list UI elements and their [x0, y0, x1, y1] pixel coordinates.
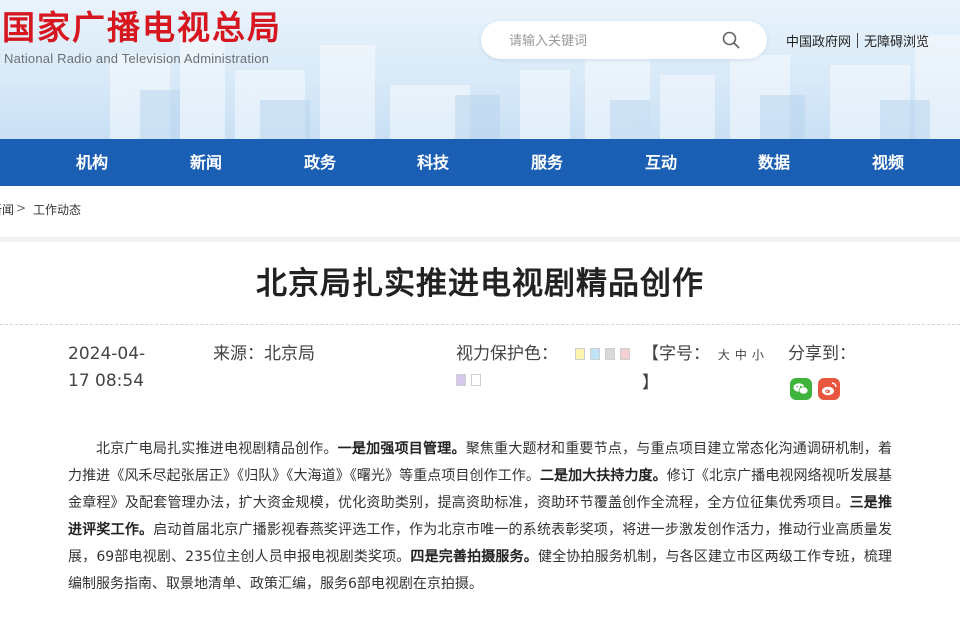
body-text: 北京广电局扎实推进电视剧精品创作。 [96, 441, 338, 457]
article-paragraph: 北京广电局扎实推进电视剧精品创作。一是加强项目管理。聚焦重大题材和重要节点，与重… [68, 436, 892, 598]
search-box [481, 21, 767, 59]
font-size-large[interactable]: 大 [718, 348, 730, 362]
wechat-icon[interactable] [790, 378, 812, 400]
swatch-pink[interactable] [620, 348, 630, 360]
nav-item-data[interactable]: 数据 [734, 139, 814, 186]
swatch-gray[interactable] [605, 348, 615, 360]
breadcrumb-current[interactable]: 工作动态 [33, 201, 81, 218]
body-heading-2: 二是加大扶持力度。 [539, 468, 667, 484]
top-links: 中国政府网 无障碍浏览 [786, 31, 929, 50]
link-divider [857, 33, 859, 48]
nav-item-service[interactable]: 服务 [507, 139, 587, 186]
font-size-medium[interactable]: 中 [735, 348, 747, 362]
font-size-label: 【字号： [642, 344, 710, 364]
search-input[interactable] [507, 29, 721, 53]
nav-item-news[interactable]: 新闻 [166, 139, 246, 186]
swatch-purple[interactable] [456, 374, 466, 386]
share-label: 分享到： [788, 344, 856, 364]
article-title: 北京局扎实推进电视剧精品创作 [256, 266, 704, 302]
nav-item-institution[interactable]: 机构 [52, 139, 132, 186]
article-source: 来源：北京局 [213, 344, 315, 364]
site-header: 国家广播电视总局 National Radio and Television A… [0, 0, 960, 139]
main-nav: 机构 新闻 政务 科技 服务 互动 数据 视频 [0, 139, 960, 186]
publish-date: 2024-04- 17 08:54 [68, 341, 188, 395]
article-body: 北京广电局扎实推进电视剧精品创作。一是加强项目管理。聚焦重大题材和重要节点，与重… [68, 436, 892, 598]
breadcrumb-news[interactable]: 新闻 [0, 201, 14, 218]
wechat-glyph [793, 383, 809, 395]
body-heading-4: 四是完善拍摄服务。 [410, 549, 538, 565]
search-icon[interactable] [721, 30, 741, 50]
site-logo-english: National Radio and Television Administra… [4, 51, 270, 66]
eye-care-swatches [575, 348, 637, 367]
nav-item-government[interactable]: 政务 [280, 139, 360, 186]
title-divider [0, 324, 960, 325]
swatch-yellow[interactable] [575, 348, 585, 360]
font-size-close-bracket: 】 [642, 373, 659, 393]
body-heading-1: 一是加强项目管理。 [337, 441, 466, 457]
font-size-control: 【字号： 大中小 [642, 341, 769, 369]
share-buttons [790, 378, 846, 404]
weibo-icon[interactable] [818, 378, 840, 400]
section-divider [0, 237, 960, 242]
nav-item-technology[interactable]: 科技 [393, 139, 473, 186]
breadcrumb-separator: > [16, 201, 27, 215]
publish-date-line1: 2024-04- [68, 344, 146, 364]
nav-item-interaction[interactable]: 互动 [621, 139, 701, 186]
swatch-white[interactable] [471, 374, 481, 386]
swatch-blue[interactable] [590, 348, 600, 360]
weibo-glyph [822, 382, 837, 396]
site-logo-chinese[interactable]: 国家广播电视总局 [2, 8, 282, 48]
eye-care-swatches-row2 [456, 374, 486, 393]
accessibility-link[interactable]: 无障碍浏览 [864, 35, 929, 50]
eye-care-label: 视力保护色： [456, 344, 558, 364]
nav-item-video[interactable]: 视频 [848, 139, 928, 186]
gov-portal-link[interactable]: 中国政府网 [786, 35, 851, 50]
publish-date-line2: 17 08:54 [68, 371, 145, 391]
font-size-small[interactable]: 小 [752, 348, 764, 362]
